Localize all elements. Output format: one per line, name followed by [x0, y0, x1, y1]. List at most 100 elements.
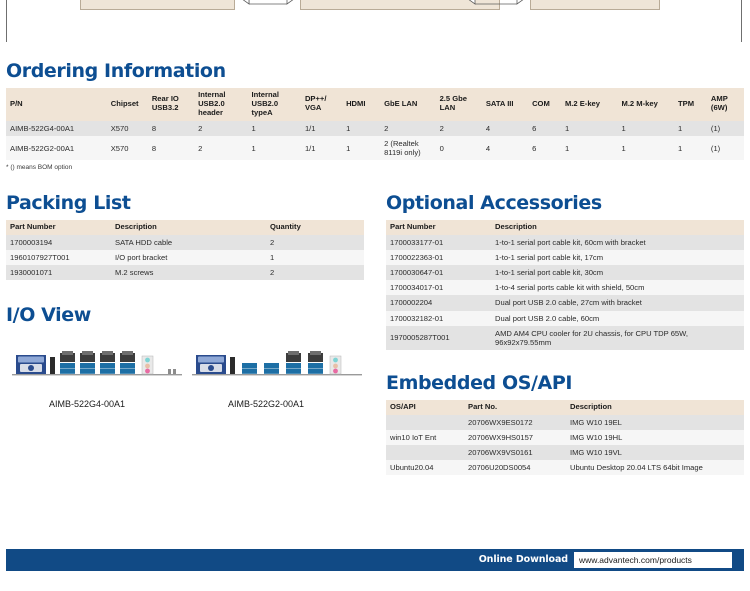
optional-cell-2-0: 1700030647-01: [386, 265, 491, 280]
optional-cell-5-0: 1700032182-01: [386, 311, 491, 326]
ordering-cell-1-2: 8: [148, 136, 194, 160]
ordering-cell-1-1: X570: [107, 136, 148, 160]
embedded-os-api-title: Embedded OS/API: [386, 374, 744, 393]
table-row: 1970005287T001AMD AM4 CPU cooler for 2U …: [386, 326, 744, 350]
packing-header-row: Part NumberDescriptionQuantity: [6, 220, 364, 235]
diagram-arrow-2: PCIEx1: [466, 0, 526, 5]
ordering-header-row: P/NChipsetRear IO USB3.2Internal USB2.0 …: [6, 88, 744, 121]
online-download-url[interactable]: www.advantech.com/products: [579, 555, 692, 565]
packing-cell-1-0: 1960107927T001: [6, 250, 111, 265]
ordering-col-8: 2.5 Gbe LAN: [436, 88, 482, 121]
embedded-cell-part-3: 20706U20DS0054: [464, 460, 566, 475]
ordering-cell-0-14: (1): [707, 121, 744, 136]
ordering-cell-1-6: 1: [342, 136, 380, 160]
diagram-arrow-2-label: PCIEx1: [487, 0, 506, 1]
io-panel-image-g2: [192, 347, 362, 381]
io-panel-image-g4: [12, 347, 182, 381]
optional-cell-3-1: 1-to-4 serial ports cable kit with shiel…: [491, 280, 744, 295]
ordering-col-7: GbE LAN: [380, 88, 436, 121]
table-row: win10 IoT Ent20706WX9HS0157IMG W10 19HL: [386, 430, 744, 445]
embedded-cell-desc-1: IMG W10 19HL: [566, 430, 744, 445]
ordering-information-section: Ordering Information P/NChipsetRear IO U…: [6, 62, 744, 171]
ordering-cell-1-3: 2: [194, 136, 247, 160]
embedded-cell-os-2: [386, 445, 464, 460]
packing-cell-2-0: 1930001071: [6, 265, 111, 280]
ordering-cell-0-11: 1: [561, 121, 618, 136]
embedded-cell-part-2: 20706WX9VS0161: [464, 445, 566, 460]
table-row: 1700003194SATA HDD cable2: [6, 235, 364, 250]
packing-col-1: Description: [111, 220, 266, 235]
embedded-cell-part-1: 20706WX9HS0157: [464, 430, 566, 445]
packing-list-section: Packing List Part NumberDescriptionQuant…: [6, 194, 364, 280]
optional-accessories-title: Optional Accessories: [386, 194, 744, 213]
embedded-cell-desc-2: IMG W10 19VL: [566, 445, 744, 460]
table-row: 1930001071M.2 screws2: [6, 265, 364, 280]
optional-cell-4-0: 1700002204: [386, 295, 491, 310]
ordering-col-6: HDMI: [342, 88, 380, 121]
optional-cell-0-0: 1700033177-01: [386, 235, 491, 250]
diagram-left-border: [6, 0, 7, 42]
embedded-os-api-section: Embedded OS/API OS/APIPart No.Descriptio…: [386, 374, 744, 475]
block-diagram-strip: PCIEx1 RTL 8119i: [0, 0, 750, 48]
ordering-col-12: M.2 M-key: [618, 88, 675, 121]
ordering-cell-1-13: 1: [674, 136, 707, 160]
ordering-cell-0-1: X570: [107, 121, 148, 136]
optional-cell-2-1: 1-to-1 serial port cable kit, 30cm: [491, 265, 744, 280]
ordering-cell-1-10: 6: [528, 136, 561, 160]
packing-cell-1-2: 1: [266, 250, 364, 265]
table-row: AIMB-522G2-00A1X5708211/112 (Realtek 811…: [6, 136, 744, 160]
ordering-cell-0-10: 6: [528, 121, 561, 136]
online-download-url-box[interactable]: www.advantech.com/products: [574, 552, 732, 568]
optional-cell-6-0: 1970005287T001: [386, 326, 491, 350]
ordering-cell-0-5: 1/1: [301, 121, 342, 136]
ordering-cell-1-4: 1: [248, 136, 301, 160]
packing-cell-2-1: M.2 screws: [111, 265, 266, 280]
embedded-header-row: OS/APIPart No.Description: [386, 400, 744, 415]
optional-cell-0-1: 1-to-1 serial port cable kit, 60cm with …: [491, 235, 744, 250]
diagram-block-3: RTL 8119i: [530, 0, 660, 10]
packing-cell-0-2: 2: [266, 235, 364, 250]
ordering-col-5: DP++/ VGA: [301, 88, 342, 121]
optional-accessories-table: Part NumberDescription 1700033177-011-to…: [386, 220, 744, 350]
table-row: 1700030647-011-to-1 serial port cable ki…: [386, 265, 744, 280]
ordering-cell-1-7: 2 (Realtek 8119i only): [380, 136, 436, 160]
io-view-title: I/O View: [6, 306, 364, 325]
ordering-cell-0-2: 8: [148, 121, 194, 136]
optional-col-1: Description: [491, 220, 744, 235]
double-arrow-icon: [466, 0, 526, 5]
embedded-col-2: Description: [566, 400, 744, 415]
table-row: 1700034017-011-to-4 serial ports cable k…: [386, 280, 744, 295]
table-row: 20706WX9VS0161IMG W10 19VL: [386, 445, 744, 460]
table-row: 1700033177-011-to-1 serial port cable ki…: [386, 235, 744, 250]
embedded-cell-os-3: Ubuntu20.04: [386, 460, 464, 475]
optional-cell-5-1: Dual port USB 2.0 cable, 60cm: [491, 311, 744, 326]
online-download-label: Online Download: [479, 554, 568, 565]
ordering-cell-0-13: 1: [674, 121, 707, 136]
ordering-cell-0-12: 1: [618, 121, 675, 136]
io-view-section: I/O View: [6, 306, 364, 417]
ordering-col-11: M.2 E-key: [561, 88, 618, 121]
ordering-col-9: SATA III: [482, 88, 528, 121]
ordering-information-title: Ordering Information: [6, 62, 744, 81]
ordering-cell-0-9: 4: [482, 121, 528, 136]
table-row: 1700022363-011-to-1 serial port cable ki…: [386, 250, 744, 265]
ordering-cell-0-6: 1: [342, 121, 380, 136]
footer-bar: Online Download www.advantech.com/produc…: [6, 549, 744, 571]
packing-cell-0-0: 1700003194: [6, 235, 111, 250]
ordering-cell-1-5: 1/1: [301, 136, 342, 160]
table-row: 20706WX9ES0172IMG W10 19EL: [386, 415, 744, 430]
optional-header-row: Part NumberDescription: [386, 220, 744, 235]
embedded-cell-os-0: [386, 415, 464, 430]
packing-cell-1-1: I/O port bracket: [111, 250, 266, 265]
ordering-col-0: P/N: [6, 88, 107, 121]
ordering-cell-0-4: 1: [248, 121, 301, 136]
embedded-cell-os-1: win10 IoT Ent: [386, 430, 464, 445]
ordering-information-table: P/NChipsetRear IO USB3.2Internal USB2.0 …: [6, 88, 744, 160]
optional-col-0: Part Number: [386, 220, 491, 235]
embedded-cell-part-0: 20706WX9ES0172: [464, 415, 566, 430]
packing-list-table: Part NumberDescriptionQuantity 170000319…: [6, 220, 364, 280]
table-row: AIMB-522G4-00A1X5708211/112246111(1): [6, 121, 744, 136]
optional-accessories-section: Optional Accessories Part NumberDescript…: [386, 194, 744, 350]
ordering-cell-0-0: AIMB-522G4-00A1: [6, 121, 107, 136]
embedded-cell-desc-3: Ubuntu Desktop 20.04 LTS 64bit Image: [566, 460, 744, 475]
